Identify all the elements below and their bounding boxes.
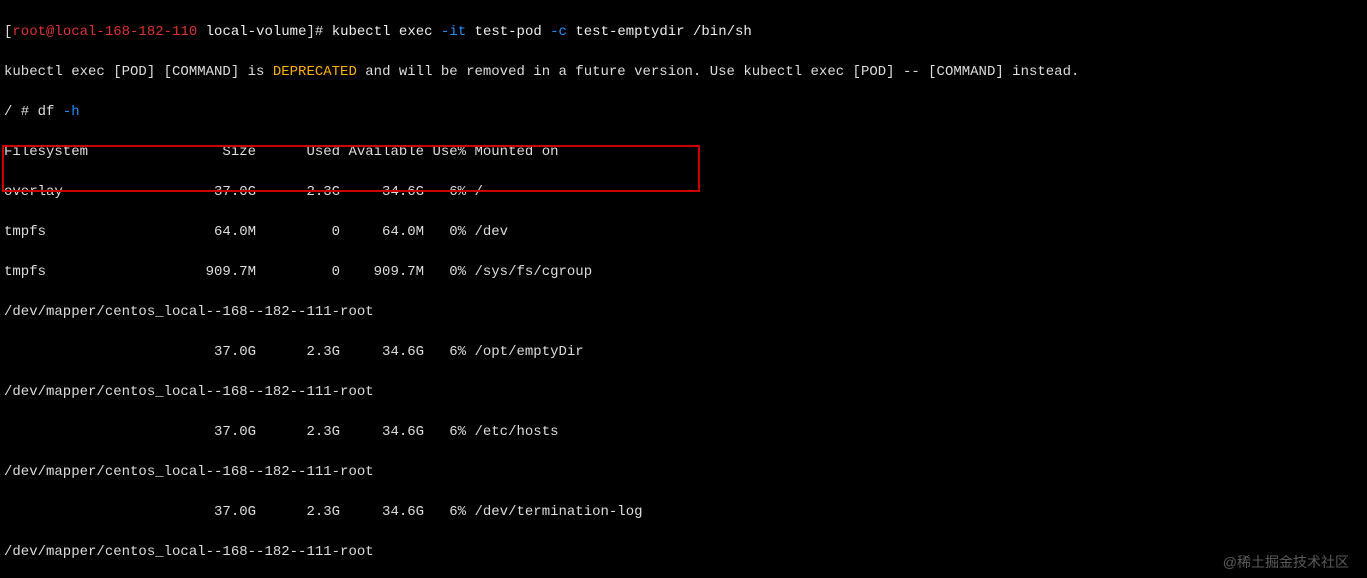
df-header: Filesystem Size Used Available Use% Moun…	[4, 142, 1363, 162]
prompt-line-1: [root@local-168-182-110 local-volume]# k…	[4, 22, 1363, 42]
df-row: /dev/mapper/centos_local--168--182--111-…	[4, 462, 1363, 482]
text: / # df	[4, 104, 63, 120]
df-row: 37.0G 2.3G 34.6G 6% /dev/termination-log	[4, 502, 1363, 522]
df-row: /dev/mapper/centos_local--168--182--111-…	[4, 302, 1363, 322]
flag-text: -it	[441, 24, 466, 40]
text	[197, 24, 205, 40]
cmd-text: test-pod	[466, 24, 550, 40]
cmd-text: test-emptydir /bin/sh	[567, 24, 752, 40]
flag-text: -h	[63, 104, 80, 120]
prompt-line-2: / # df -h	[4, 102, 1363, 122]
df-row: tmpfs 909.7M 0 909.7M 0% /sys/fs/cgroup	[4, 262, 1363, 282]
text: kubectl exec [POD] [COMMAND] is	[4, 64, 273, 80]
deprecated-line: kubectl exec [POD] [COMMAND] is DEPRECAT…	[4, 62, 1363, 82]
deprecated-word: DEPRECATED	[273, 64, 357, 80]
df-row: 37.0G 2.3G 34.6G 6% /etc/hosts	[4, 422, 1363, 442]
flag-text: -c	[550, 24, 567, 40]
terminal-output[interactable]: [root@local-168-182-110 local-volume]# k…	[0, 0, 1367, 578]
cmd-text: kubectl exec	[332, 24, 441, 40]
df-row: 37.0G 2.3G 34.6G 6% /opt/emptyDir	[4, 342, 1363, 362]
watermark-text: @稀土掘金技术社区	[1223, 552, 1349, 572]
df-row: /dev/mapper/centos_local--168--182--111-…	[4, 542, 1363, 562]
prompt-user: root@local-168-182-110	[12, 24, 197, 40]
text: ]#	[306, 24, 331, 40]
text: and will be removed in a future version.…	[357, 64, 1080, 80]
df-row: tmpfs 64.0M 0 64.0M 0% /dev	[4, 222, 1363, 242]
prompt-path: local-volume	[206, 24, 307, 40]
df-row: /dev/mapper/centos_local--168--182--111-…	[4, 382, 1363, 402]
df-row: overlay 37.0G 2.3G 34.6G 6% /	[4, 182, 1363, 202]
